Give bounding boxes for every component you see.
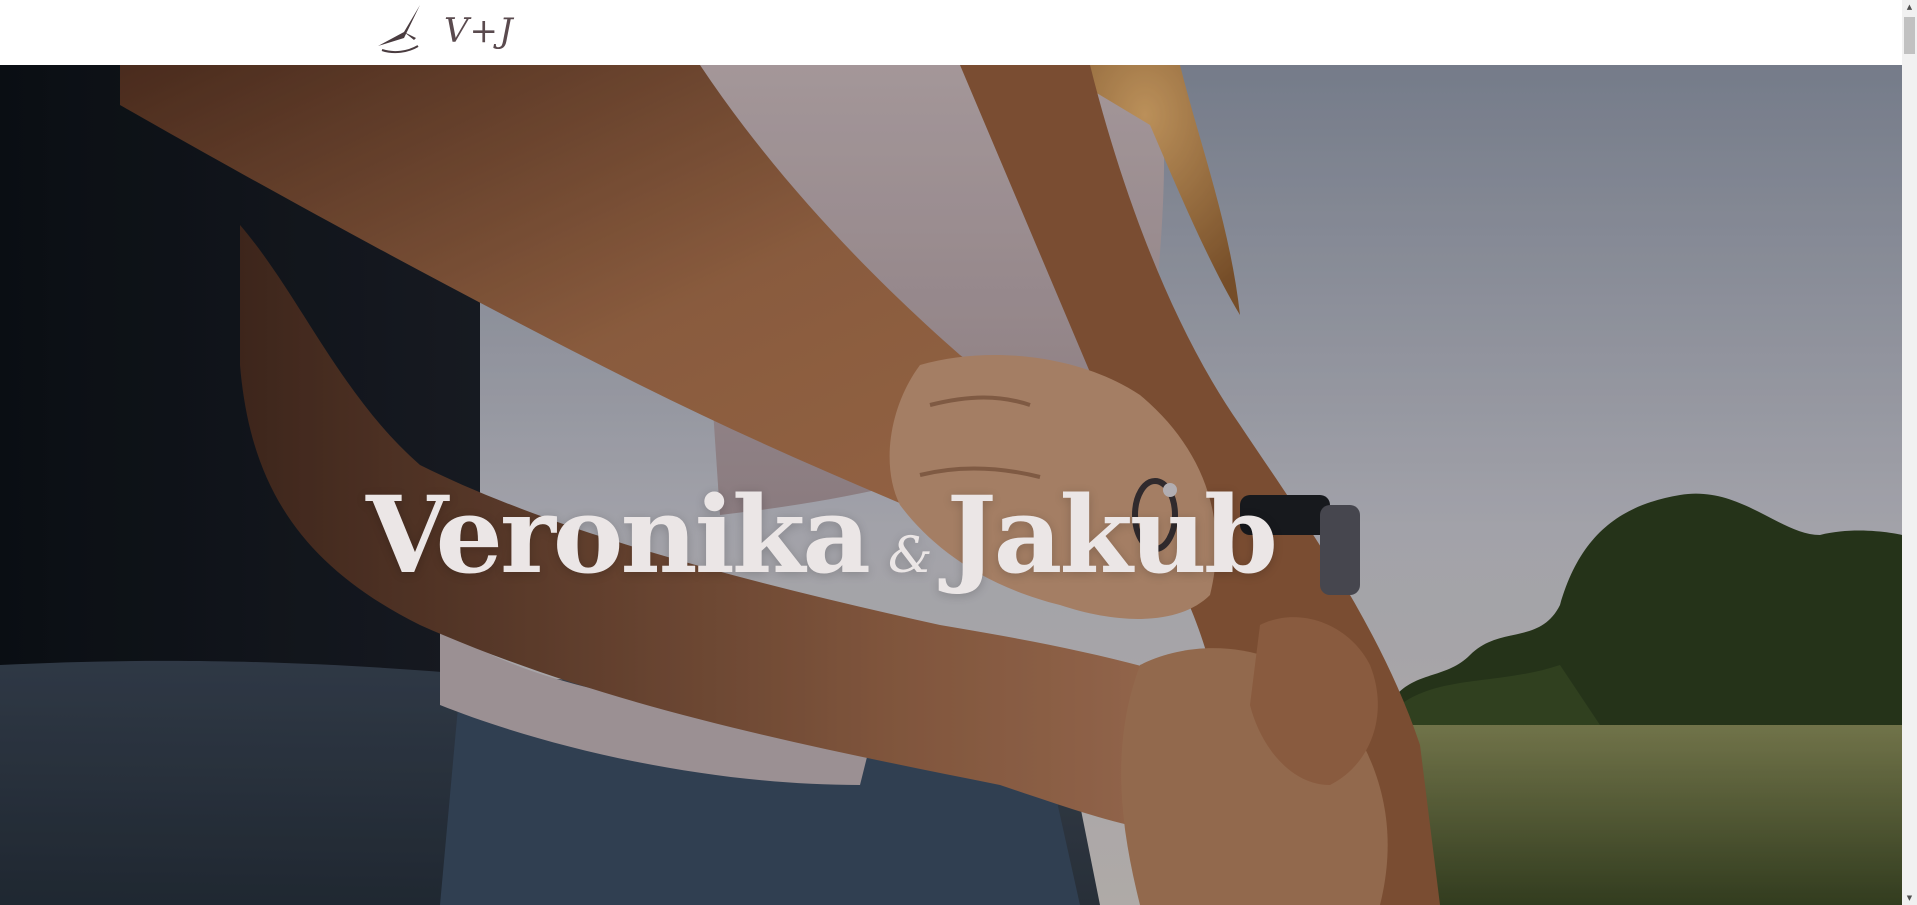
hero-title: Veronika & Jakub	[366, 482, 1278, 588]
glider-plane-icon	[378, 5, 420, 54]
page-scrollbar[interactable]: ▲ ▼	[1902, 0, 1917, 905]
page: V+J Veronika & Jakub ▲ ▼	[0, 0, 1917, 905]
scroll-thumb[interactable]	[1904, 17, 1915, 54]
first-name: Veronika	[366, 472, 871, 597]
scroll-down-icon[interactable]: ▼	[1902, 891, 1917, 905]
second-name: Jakub	[946, 472, 1277, 597]
ampersand: &	[887, 526, 933, 584]
logo-link[interactable]: V+J	[374, 2, 514, 60]
hero-section: Veronika & Jakub	[0, 65, 1902, 905]
logo-monogram: V+J	[444, 11, 514, 51]
site-header: V+J	[0, 0, 1902, 65]
scroll-up-icon[interactable]: ▲	[1902, 0, 1917, 14]
